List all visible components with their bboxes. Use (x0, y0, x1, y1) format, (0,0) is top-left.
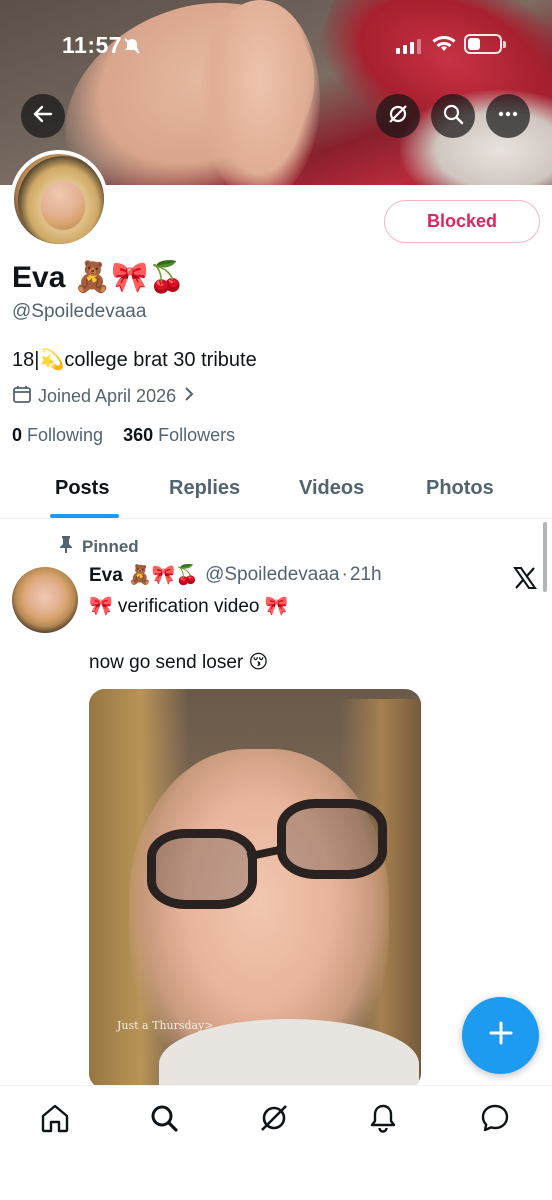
joined-date[interactable]: Joined April 2026 (12, 384, 196, 409)
joined-label: Joined April 2026 (38, 386, 177, 406)
calendar-icon (12, 384, 32, 409)
profile-display-name: Eva 🧸🎀🍒 (12, 261, 186, 294)
x-logo-icon[interactable] (512, 565, 538, 598)
status-time: 11:57 (62, 32, 123, 58)
notifications-icon (367, 1102, 399, 1139)
following-count: 0 (12, 425, 23, 445)
bottom-navigation (0, 1085, 552, 1200)
nav-home[interactable] (35, 1100, 75, 1140)
more-button[interactable] (486, 94, 530, 138)
plus-icon (487, 1019, 515, 1052)
grok-icon (258, 1102, 290, 1139)
post-author-handle[interactable]: @Spoiledevaaa (205, 564, 339, 586)
back-button[interactable] (21, 94, 65, 138)
nav-grok[interactable] (254, 1100, 294, 1140)
compose-button[interactable] (462, 997, 539, 1074)
back-arrow-icon (32, 103, 54, 130)
scrollbar[interactable] (543, 522, 547, 592)
post-time: 21h (349, 564, 382, 585)
nav-messages[interactable] (475, 1100, 515, 1140)
profile-tabs: Posts Replies Videos Photos (0, 465, 552, 519)
active-tab-indicator (50, 514, 119, 518)
grok-button[interactable] (376, 94, 420, 138)
pin-icon (58, 535, 74, 558)
following-link[interactable]: 0 Following (12, 425, 103, 445)
cellular-signal-icon (396, 38, 421, 54)
messages-icon (479, 1102, 511, 1139)
profile-handle: @Spoiledevaaa (12, 301, 147, 322)
search-icon (148, 1102, 180, 1139)
battery-icon (464, 34, 506, 54)
search-icon (442, 103, 464, 130)
following-label: Following (27, 425, 104, 445)
tab-replies[interactable]: Replies (169, 477, 240, 500)
post-text-line1: 🎀 verification video 🎀 (89, 596, 289, 617)
video-caption: Just a Thursday> (117, 1019, 214, 1032)
post-video[interactable]: Just a Thursday> (89, 689, 421, 1089)
followers-label: Followers (158, 425, 236, 445)
status-bar: 11:57 (0, 30, 552, 64)
search-button[interactable] (431, 94, 475, 138)
home-icon (39, 1102, 71, 1139)
nav-search[interactable] (144, 1100, 184, 1140)
post-author-name[interactable]: Eva 🧸🎀🍒 (89, 563, 199, 587)
followers-link[interactable]: 360 Followers (123, 425, 235, 445)
pinned-indicator: Pinned (58, 535, 139, 558)
post-header: Eva 🧸🎀🍒 @Spoiledevaaa · 21h (89, 563, 382, 587)
nav-notifications[interactable] (363, 1100, 403, 1140)
tab-posts[interactable]: Posts (55, 477, 109, 500)
follow-stats: 0 Following 360 Followers (12, 425, 235, 446)
post-separator: · (341, 564, 348, 585)
followers-count: 360 (123, 425, 154, 445)
grok-icon (387, 103, 409, 130)
profile-avatar[interactable] (10, 150, 108, 248)
post-author-avatar[interactable] (12, 567, 78, 633)
pinned-label: Pinned (82, 536, 139, 556)
tab-photos[interactable]: Photos (426, 477, 494, 500)
wifi-icon (432, 34, 456, 59)
blocked-button[interactable]: Blocked (384, 200, 540, 243)
silent-bell-icon (122, 36, 142, 61)
chevron-right-icon (182, 386, 196, 407)
profile-bio: 18|💫college brat 30 tribute (12, 349, 257, 371)
post-text-line2: now go send loser 😚 (89, 652, 269, 673)
more-icon (497, 103, 519, 130)
tab-videos[interactable]: Videos (299, 477, 364, 500)
